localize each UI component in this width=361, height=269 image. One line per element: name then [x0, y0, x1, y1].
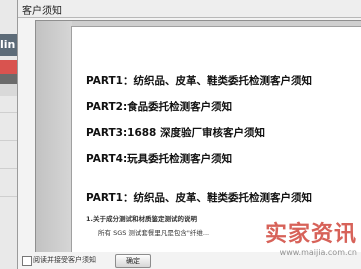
divider — [0, 168, 17, 169]
divider — [0, 196, 17, 197]
doc-body-line: 所有 SGS 测试套餐里凡是包含"纤维... — [98, 229, 210, 237]
app-logo-fragment: lin — [0, 34, 17, 56]
background-nav-band — [0, 60, 17, 74]
doc-heading-part3: PART3:1688 深度验厂审核客户须知 — [86, 127, 266, 139]
background-nav-band-light — [0, 84, 17, 96]
background-nav-band-dark — [0, 74, 17, 84]
viewer-gutter — [36, 21, 72, 253]
doc-heading-part1: PART1：纺织品、皮革、鞋类委托检测客户须知 — [86, 75, 312, 87]
watermark-text: 实家资讯 — [264, 222, 357, 247]
background-app-strip: lin — [0, 0, 17, 269]
divider — [0, 112, 17, 113]
watermark: 实家资讯 www.maijia.com.cn — [265, 216, 357, 257]
dialog-titlebar[interactable]: 客户须知 — [18, 0, 361, 18]
doc-heading-part4: PART4:玩具委托检测客户须知 — [86, 153, 233, 165]
confirm-button[interactable]: 确定 — [115, 254, 151, 268]
divider — [0, 140, 17, 141]
doc-heading-part2: PART2:食品委托检测客户须知 — [86, 101, 233, 113]
doc-heading-part1-repeat: PART1：纺织品、皮革、鞋类委托检测客户须知 — [86, 192, 312, 204]
accept-notice-label[interactable]: 阅读并接受客户须知 — [33, 255, 96, 265]
dialog-title: 客户须知 — [22, 6, 62, 17]
accept-notice-checkbox[interactable] — [22, 256, 32, 266]
watermark-url: www.maijia.com.cn — [279, 248, 357, 257]
doc-section-title: 1.关于成分测试和材质鉴定测试的说明 — [86, 215, 197, 223]
